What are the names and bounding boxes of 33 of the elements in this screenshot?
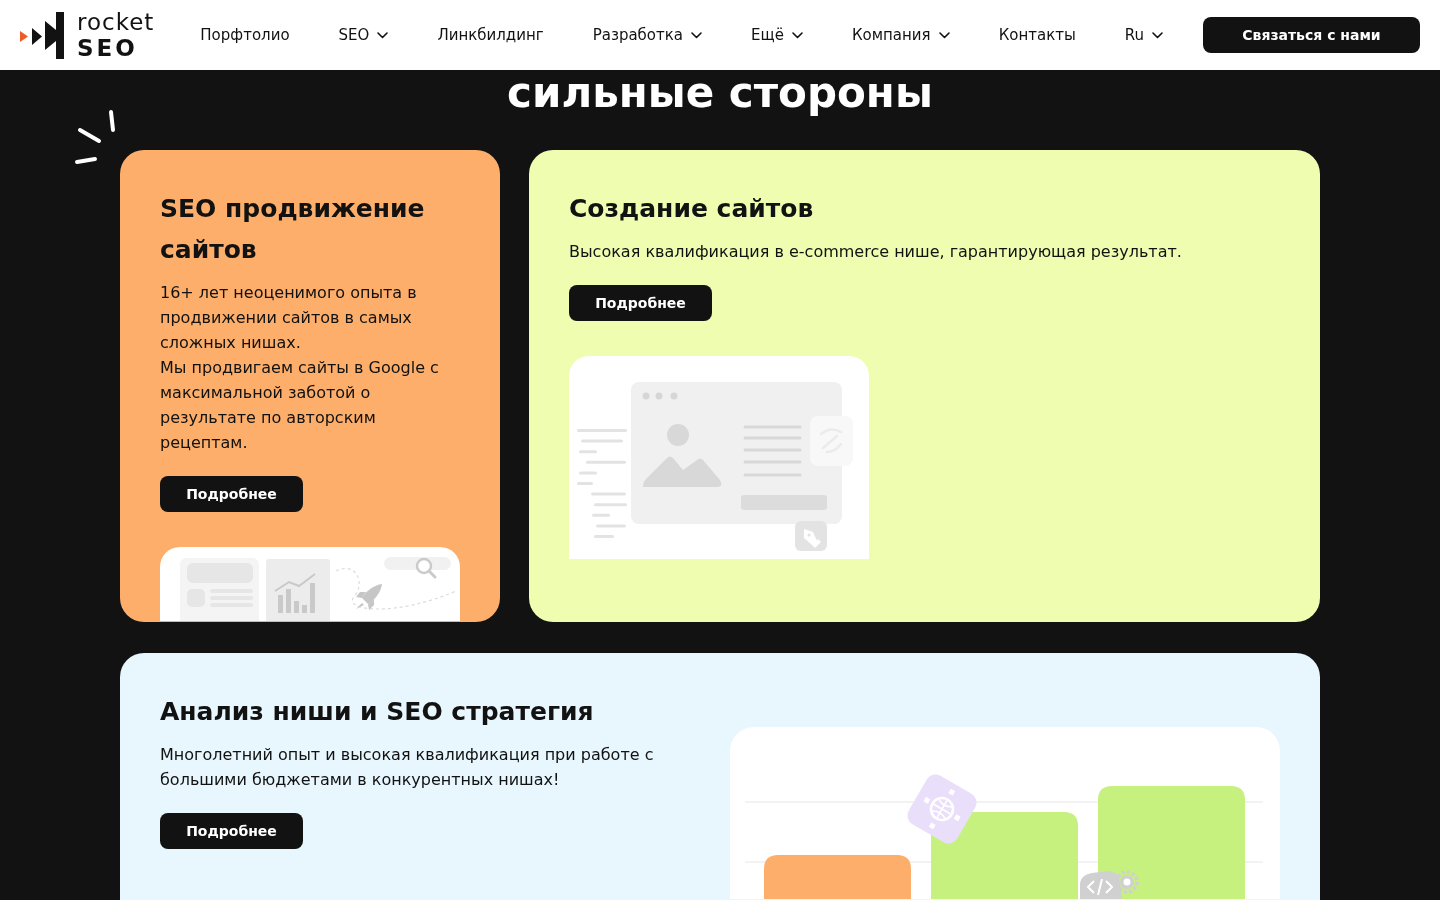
caret-icon [938,31,950,39]
logo-text[interactable]: SEO [77,36,155,60]
card-title: SEO продвижение сайтов [160,193,426,266]
card-text: Мы продвигаем сайты в Google с максимальной заботой о результате по авторским рецептам. [160,357,440,454]
details-button[interactable]: Подробнее [160,476,303,512]
caret-icon [377,31,389,39]
details-button[interactable]: Подробнее [569,285,712,321]
contact-button[interactable]: Связаться с нами [1203,17,1420,53]
rocket-icon [356,584,382,610]
caret-icon [1152,31,1164,39]
caret-icon [691,31,703,39]
sparkle-icon [74,108,116,165]
nav-link[interactable]: Компания [851,24,950,47]
pen-tool-icon [795,521,827,551]
search-bar-icon [384,557,451,579]
nav-link[interactable]: Ещё [751,24,803,47]
logo-text[interactable]: rocket [77,10,155,34]
nav-link[interactable]: SEO [338,24,389,47]
nav-link[interactable]: Линкбилдинг [437,24,544,47]
card-text: Высокая квалификация в e-commerce нише, гарантирующая результат. [569,241,1182,263]
nav-link[interactable]: Порфтолио [200,24,290,47]
nav-link[interactable]: Контакты [998,24,1076,47]
section-title: сильные стороны [506,70,934,116]
logo-icon[interactable] [18,11,64,59]
nav-link[interactable]: Ru [1124,24,1164,47]
card-title: Анализ ниши и SEO стратегия [160,696,594,728]
card-text: 16+ лет неоценимого опыта в продвижении сайтов в самых сложных нишах. [160,282,418,354]
card-title: Создание сайтов [569,193,814,225]
card-text: Многолетний опыт и высокая квалификация при работе с большими бюджетами в конкурентных нишах! [160,744,655,791]
chart-tile-icon [266,559,330,621]
details-button[interactable]: Подробнее [160,813,303,849]
nav-link[interactable]: Разработка [592,24,703,47]
caret-icon [791,31,803,39]
